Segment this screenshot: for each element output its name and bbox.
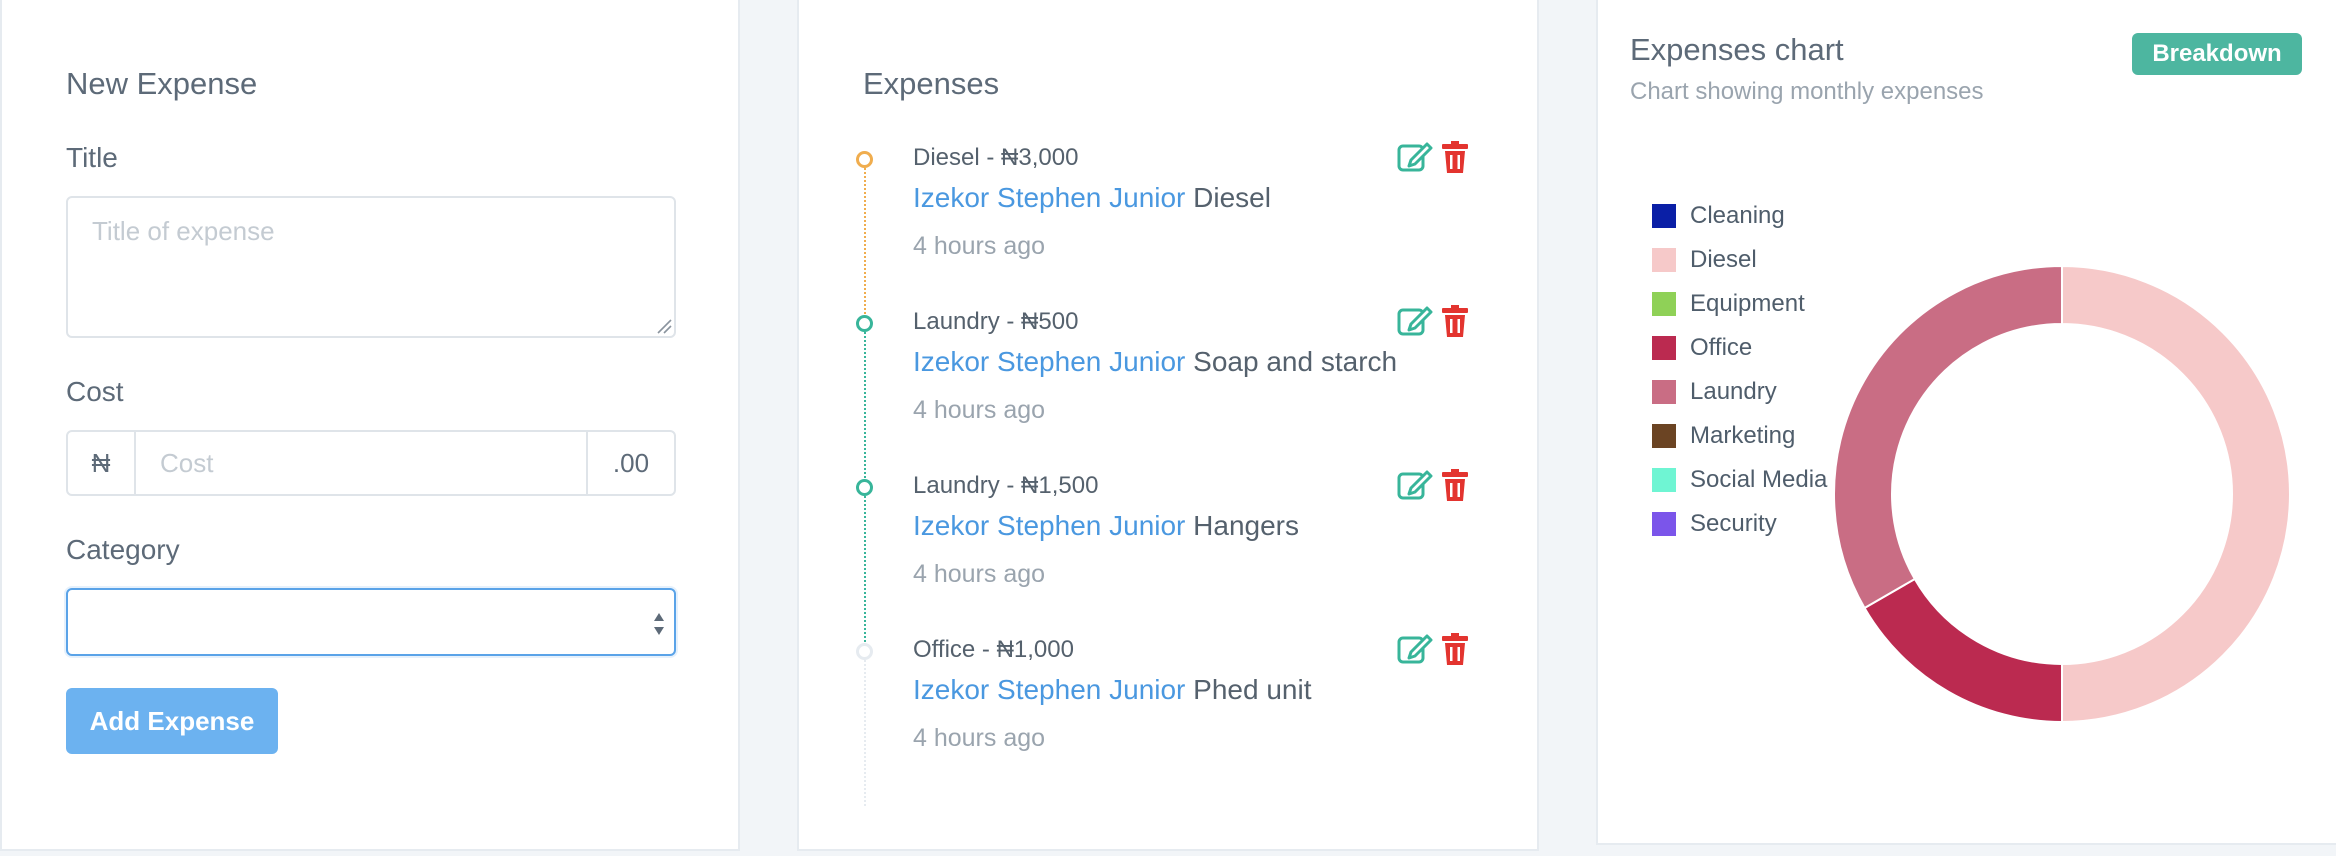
legend-item[interactable]: Cleaning bbox=[1652, 194, 1827, 238]
legend-label: Equipment bbox=[1690, 290, 1805, 317]
legend-item[interactable]: Equipment bbox=[1652, 282, 1827, 326]
select-arrows-icon bbox=[654, 613, 664, 635]
timeline-dot bbox=[856, 643, 873, 660]
expense-body: Izekor Stephen Junior Hangers bbox=[913, 510, 1299, 542]
expense-time: 4 hours ago bbox=[913, 560, 1046, 588]
expense-header: Diesel - ₦3,000 bbox=[913, 144, 1079, 171]
expenses-card: Expenses Diesel - ₦3,000 Izekor Stephen J… bbox=[797, 0, 1539, 851]
legend-label: Office bbox=[1690, 334, 1753, 361]
legend-swatch bbox=[1652, 468, 1676, 492]
expense-description: Soap and starch bbox=[1193, 346, 1398, 377]
expense-body: Izekor Stephen Junior Phed unit bbox=[913, 674, 1312, 706]
trash-icon[interactable] bbox=[1441, 632, 1469, 666]
edit-icon[interactable] bbox=[1397, 468, 1433, 502]
expense-user-link[interactable]: Izekor Stephen Junior bbox=[913, 182, 1185, 213]
cost-label: Cost bbox=[66, 376, 124, 407]
category-label: Category bbox=[66, 534, 180, 565]
cost-suffix: .00 bbox=[586, 432, 674, 494]
legend-label: Cleaning bbox=[1690, 202, 1785, 229]
trash-icon[interactable] bbox=[1441, 140, 1469, 174]
timeline-dot bbox=[856, 479, 873, 496]
chart-legend: Cleaning Diesel Equipment Office Laundry Mark… bbox=[1652, 194, 1827, 546]
legend-item[interactable]: Office bbox=[1652, 326, 1827, 370]
chart-title: Expenses chart bbox=[1630, 32, 1844, 67]
edit-icon[interactable] bbox=[1397, 140, 1433, 174]
expense-actions bbox=[1397, 468, 1469, 502]
expense-item: Laundry - ₦500 Izekor Stephen Junior Soap… bbox=[847, 304, 1487, 454]
legend-label: Social Media bbox=[1690, 466, 1828, 493]
legend-item[interactable]: Marketing bbox=[1652, 414, 1827, 458]
edit-icon[interactable] bbox=[1397, 304, 1433, 338]
chart-subtitle: Chart showing monthly expenses bbox=[1630, 78, 1984, 105]
legend-swatch bbox=[1652, 512, 1676, 536]
expense-actions bbox=[1397, 140, 1469, 174]
edit-icon[interactable] bbox=[1397, 632, 1433, 666]
legend-item[interactable]: Laundry bbox=[1652, 370, 1827, 414]
legend-item[interactable]: Security bbox=[1652, 502, 1827, 546]
new-expense-title: New Expense bbox=[66, 66, 258, 101]
expense-header: Laundry - ₦500 bbox=[913, 308, 1079, 335]
legend-swatch bbox=[1652, 248, 1676, 272]
legend-item[interactable]: Diesel bbox=[1652, 238, 1827, 282]
expenses-chart-card: Expenses chart Chart showing monthly exp… bbox=[1596, 0, 2336, 845]
expense-body: Izekor Stephen Junior Soap and starch bbox=[913, 346, 1397, 378]
expense-item: Laundry - ₦1,500 Izekor Stephen Junior Ha… bbox=[847, 468, 1487, 618]
expense-time: 4 hours ago bbox=[913, 724, 1046, 752]
resize-grip-icon[interactable] bbox=[656, 318, 672, 334]
legend-label: Security bbox=[1690, 510, 1777, 537]
legend-swatch bbox=[1652, 204, 1676, 228]
expense-actions bbox=[1397, 632, 1469, 666]
timeline-dot bbox=[856, 151, 873, 168]
legend-swatch bbox=[1652, 292, 1676, 316]
expense-time: 4 hours ago bbox=[913, 396, 1046, 424]
legend-label: Laundry bbox=[1690, 378, 1777, 405]
expense-user-link[interactable]: Izekor Stephen Junior bbox=[913, 674, 1185, 705]
expense-actions bbox=[1397, 304, 1469, 338]
expense-user-link[interactable]: Izekor Stephen Junior bbox=[913, 346, 1185, 377]
expense-header: Laundry - ₦1,500 bbox=[913, 472, 1099, 499]
expense-description: Hangers bbox=[1193, 510, 1300, 541]
expenses-title: Expenses bbox=[863, 66, 1000, 101]
legend-swatch bbox=[1652, 336, 1676, 360]
new-expense-card: New Expense Title Cost ₦ .00 Category Ad… bbox=[0, 0, 740, 851]
legend-label: Marketing bbox=[1690, 422, 1796, 449]
donut-slice-office[interactable] bbox=[1863, 577, 2063, 724]
expense-description: Diesel bbox=[1193, 182, 1271, 213]
trash-icon[interactable] bbox=[1441, 304, 1469, 338]
expense-item: Diesel - ₦3,000 Izekor Stephen Junior Die… bbox=[847, 140, 1487, 290]
add-expense-button[interactable]: Add Expense bbox=[66, 688, 278, 754]
legend-swatch bbox=[1652, 380, 1676, 404]
cost-input-group: ₦ .00 bbox=[66, 430, 676, 496]
expense-item: Office - ₦1,000 Izekor Stephen Junior Phe… bbox=[847, 632, 1487, 782]
title-input[interactable] bbox=[66, 196, 676, 338]
breakdown-badge[interactable]: Breakdown bbox=[2132, 33, 2302, 75]
expense-user-link[interactable]: Izekor Stephen Junior bbox=[913, 510, 1185, 541]
expense-description: Phed unit bbox=[1193, 674, 1312, 705]
legend-swatch bbox=[1652, 424, 1676, 448]
legend-item[interactable]: Social Media bbox=[1652, 458, 1827, 502]
donut-slice-diesel[interactable] bbox=[2061, 264, 2291, 724]
category-select[interactable] bbox=[66, 588, 676, 656]
expense-time: 4 hours ago bbox=[913, 232, 1046, 260]
expense-body: Izekor Stephen Junior Diesel bbox=[913, 182, 1271, 214]
trash-icon[interactable] bbox=[1441, 468, 1469, 502]
title-label: Title bbox=[66, 142, 118, 173]
timeline-dot bbox=[856, 315, 873, 332]
expense-header: Office - ₦1,000 bbox=[913, 636, 1074, 663]
currency-prefix: ₦ bbox=[68, 432, 136, 494]
donut-slice-laundry[interactable] bbox=[1833, 264, 2063, 610]
cost-input[interactable] bbox=[136, 432, 586, 494]
donut-chart bbox=[1833, 264, 2291, 724]
legend-label: Diesel bbox=[1690, 246, 1757, 273]
